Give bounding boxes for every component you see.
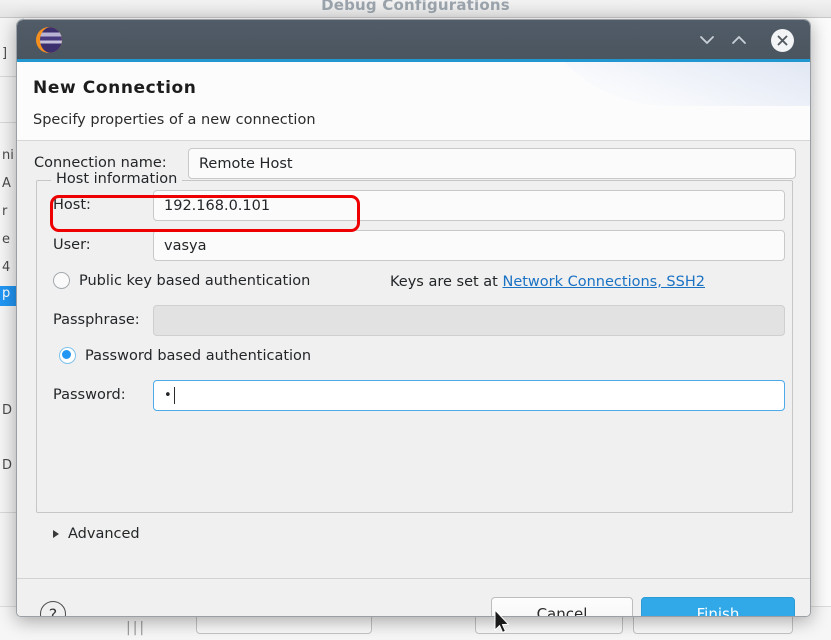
cancel-button[interactable]: Cancel	[491, 597, 633, 616]
password-auth-radio-row[interactable]: Password based authentication	[59, 347, 311, 364]
host-label: Host:	[53, 197, 91, 213]
background-grip-icon: |||	[126, 620, 147, 636]
user-input[interactable]: vasya	[153, 230, 785, 261]
password-auth-radio-label: Password based authentication	[85, 347, 312, 364]
advanced-label: Advanced	[68, 526, 140, 542]
connection-name-label: Connection name:	[34, 155, 167, 171]
dialog-body: Connection name: Remote Host Host inform…	[17, 141, 810, 578]
dialog-header: New Connection Specify properties of a n…	[17, 62, 810, 141]
passphrase-input[interactable]	[153, 305, 785, 336]
minimize-button[interactable]	[696, 30, 718, 50]
eclipse-icon	[36, 27, 62, 53]
new-connection-dialog: New Connection Specify properties of a n…	[16, 19, 811, 617]
page-subtitle: Specify properties of a new connection	[33, 112, 316, 128]
password-masked-value: •	[164, 388, 172, 403]
header-decoration	[520, 62, 810, 106]
user-label: User:	[53, 237, 91, 253]
close-icon[interactable]	[771, 29, 794, 52]
help-icon[interactable]: ?	[40, 601, 66, 616]
text-caret	[173, 387, 175, 404]
host-information-label: Host information	[51, 171, 183, 187]
public-key-radio[interactable]	[53, 272, 70, 289]
chevron-right-icon	[53, 530, 59, 538]
keys-note: Keys are set at Network Connections, SSH…	[390, 274, 705, 290]
passphrase-label: Passphrase:	[53, 312, 140, 328]
keys-note-text: Keys are set at	[390, 274, 503, 290]
advanced-expander[interactable]: Advanced	[53, 526, 140, 542]
page-title: New Connection	[33, 78, 197, 98]
password-label: Password:	[53, 387, 126, 403]
background-window-title: Debug Configurations	[321, 0, 510, 14]
public-key-radio-label: Public key based authentication	[79, 272, 311, 289]
network-connections-link[interactable]: Network Connections, SSH2	[502, 274, 705, 290]
connection-name-input[interactable]: Remote Host	[188, 148, 796, 179]
host-input[interactable]: 192.168.0.101	[153, 190, 785, 221]
dialog-footer: ? Cancel Finish	[17, 578, 810, 616]
finish-button[interactable]: Finish	[641, 597, 795, 616]
password-auth-radio[interactable]	[59, 347, 76, 364]
maximize-button[interactable]	[728, 30, 750, 50]
password-input[interactable]: •	[153, 380, 785, 411]
public-key-radio-row[interactable]: Public key based authentication	[53, 272, 310, 289]
dialog-titlebar[interactable]	[17, 20, 810, 59]
